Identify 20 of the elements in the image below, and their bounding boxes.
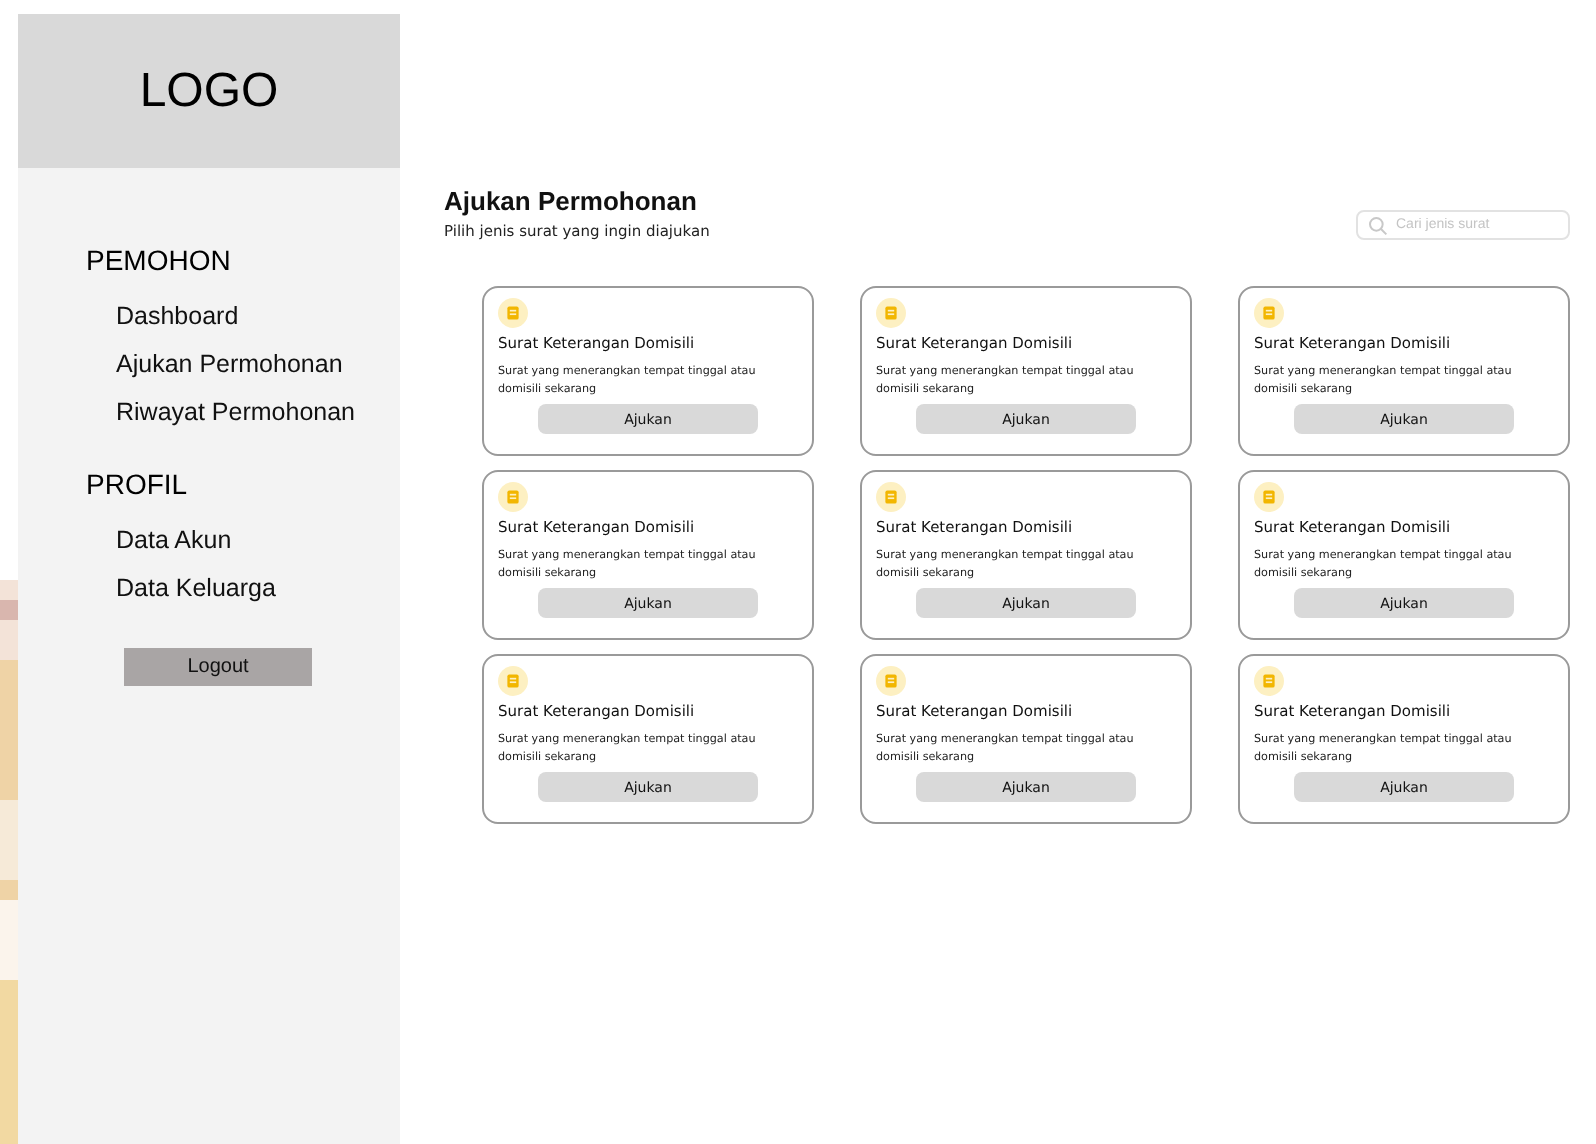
logout-button[interactable]: Logout <box>124 648 312 686</box>
nav-link[interactable]: Dashboard <box>116 292 400 340</box>
nav-link[interactable]: Data Akun <box>116 516 400 564</box>
document-icon <box>876 298 906 328</box>
document-icon <box>498 482 528 512</box>
document-icon <box>498 666 528 696</box>
nav-link[interactable]: Riwayat Permohonan <box>116 388 400 436</box>
search-icon <box>1368 216 1388 236</box>
page-title: Ajukan Permohonan <box>444 186 699 216</box>
document-icon <box>498 298 528 328</box>
section-heading: PEMOHON <box>86 244 233 276</box>
logo: LOGO <box>18 14 400 168</box>
document-icon <box>1254 666 1284 696</box>
nav-link[interactable]: Data Keluarga <box>116 564 400 612</box>
section-heading: PROFIL <box>86 468 190 500</box>
document-icon <box>1254 482 1284 512</box>
document-icon <box>876 482 906 512</box>
nav-link[interactable]: Ajukan Permohonan <box>116 340 400 388</box>
document-icon <box>876 666 906 696</box>
document-icon <box>1254 298 1284 328</box>
